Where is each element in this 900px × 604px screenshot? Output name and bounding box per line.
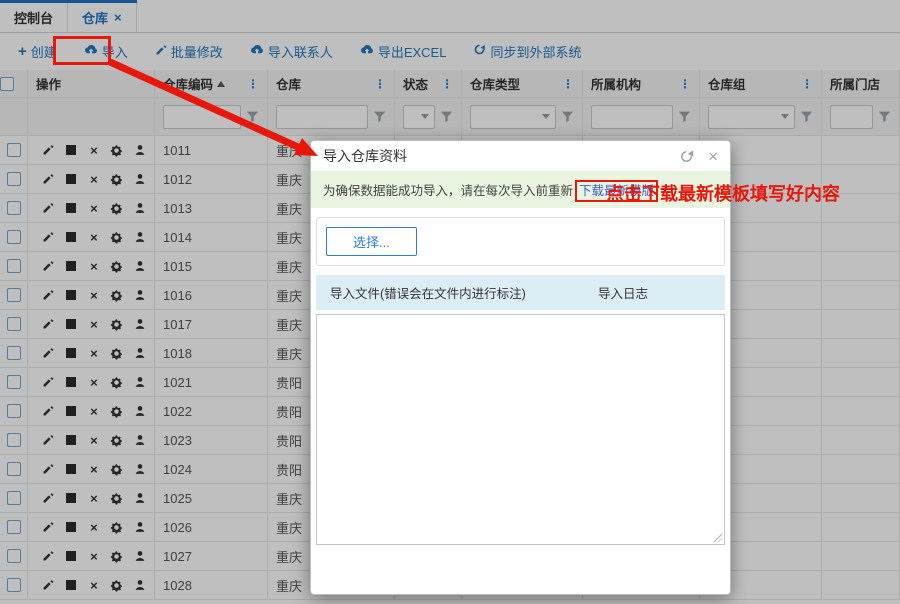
import-warehouse-dialog: 导入仓库资料 × 为确保数据能成功导入，请在每次导入前重新 下载最新模版 选择..… — [310, 140, 731, 595]
resize-grip[interactable] — [712, 532, 722, 542]
refresh-icon[interactable] — [679, 149, 694, 164]
import-file-list-area[interactable] — [316, 314, 725, 545]
notice-text: 为确保数据能成功导入，请在每次导入前重新 — [323, 184, 574, 198]
close-icon[interactable]: × — [708, 148, 718, 165]
dialog-title: 导入仓库资料 — [323, 148, 407, 164]
warehouse-management-page: { "tabs": [ { "label": "控制台", "active": … — [0, 0, 900, 604]
dialog-header: 导入仓库资料 × — [311, 141, 730, 171]
annotation-note-text: 点击下载最新模板填写好内容 — [606, 184, 840, 204]
file-picker-box: 选择... — [316, 217, 725, 266]
choose-file-button[interactable]: 选择... — [326, 227, 417, 256]
dialog-body: 选择... 导入文件(错误会在文件内进行标注) 导入日志 — [311, 208, 730, 545]
import-log-column-label: 导入日志 — [598, 287, 649, 301]
import-list-header: 导入文件(错误会在文件内进行标注) 导入日志 — [316, 275, 725, 310]
annotation-highlight-import-button — [53, 36, 111, 65]
import-file-column-label: 导入文件(错误会在文件内进行标注) — [330, 287, 526, 301]
